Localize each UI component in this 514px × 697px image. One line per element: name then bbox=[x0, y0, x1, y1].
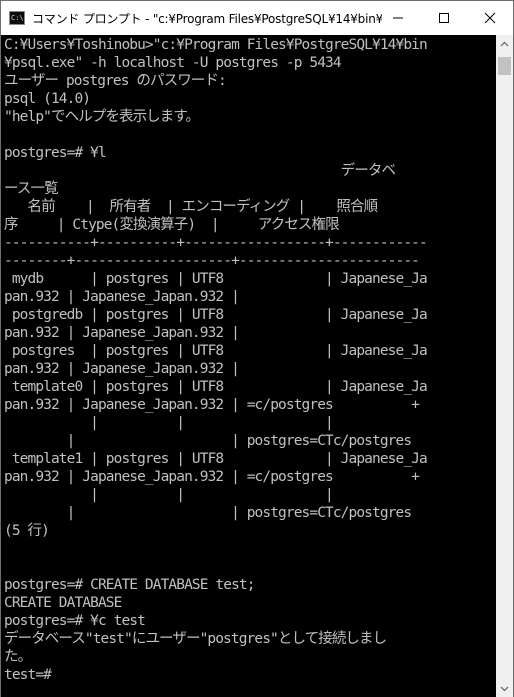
maximize-button[interactable] bbox=[421, 1, 467, 35]
console-line: ¥psql.exe" -h localhost -U postgres -p 5… bbox=[4, 55, 342, 71]
title-bar[interactable]: C:\ コマンド プロンプト - "c:¥Program Files¥Postg… bbox=[1, 1, 513, 35]
console-line: | | | bbox=[4, 415, 334, 431]
console-line: pan.932 | Japanese_Japan.932 | =c/postgr… bbox=[4, 397, 420, 413]
command-prompt-window: C:\ コマンド プロンプト - "c:¥Program Files¥Postg… bbox=[0, 0, 514, 697]
console-line: | | | bbox=[4, 487, 334, 503]
window-title: コマンド プロンプト - "c:¥Program Files¥PostgreSQ… bbox=[32, 12, 382, 26]
console-lines: C:¥Users¥Toshinobu>"c:¥Program Files¥Pos… bbox=[4, 36, 428, 684]
console-line: "help"でヘルプを表示します。 bbox=[4, 109, 200, 125]
console-line: postgres=# ¥c test bbox=[4, 613, 146, 629]
scrollbar-thumb[interactable] bbox=[498, 57, 511, 75]
scroll-up-arrow-icon bbox=[500, 41, 509, 46]
minimize-button[interactable] bbox=[375, 1, 421, 35]
console-line: --------+--------------------+----------… bbox=[4, 253, 420, 269]
console-line: pan.932 | Japanese_Japan.932 | bbox=[4, 361, 240, 377]
console-line: CREATE DATABASE bbox=[4, 595, 122, 611]
scroll-up-button[interactable] bbox=[496, 35, 513, 52]
console-line: C:¥Users¥Toshinobu>"c:¥Program Files¥Pos… bbox=[4, 37, 428, 53]
console-line: test=# bbox=[4, 667, 52, 683]
console-line: template1 | postgres | UTF8 | Japanese_J… bbox=[4, 451, 428, 467]
scroll-down-arrow-icon bbox=[500, 686, 509, 691]
console-line: データベ bbox=[4, 163, 396, 179]
console-line: pan.932 | Japanese_Japan.932 | =c/postgr… bbox=[4, 469, 420, 485]
console-app-icon[interactable]: C:\ bbox=[9, 11, 25, 25]
console-line: データベース"test"にユーザー"postgres"として接続しまし bbox=[4, 631, 387, 647]
console-line: | | postgres=CTc/postgres bbox=[4, 433, 412, 449]
console-line: ユーザー postgres のパスワード: bbox=[4, 73, 227, 89]
console-line: ース一覧 bbox=[4, 181, 59, 197]
console-line: postgres=# CREATE DATABASE test; bbox=[4, 577, 255, 593]
console-line: template0 | postgres | UTF8 | Japanese_J… bbox=[4, 379, 428, 395]
console-line: pan.932 | Japanese_Japan.932 | bbox=[4, 289, 240, 305]
console-line: pan.932 | Japanese_Japan.932 | bbox=[4, 325, 240, 341]
console-line: postgres | postgres | UTF8 | Japanese_Ja bbox=[4, 343, 428, 359]
close-button[interactable] bbox=[467, 1, 513, 35]
scroll-down-button[interactable] bbox=[496, 680, 513, 697]
console-line: 序 | Ctype(変換演算子) | アクセス権限 bbox=[4, 217, 340, 233]
console-line: (5 行) bbox=[4, 523, 50, 539]
console-line: mydb | postgres | UTF8 | Japanese_Ja bbox=[4, 271, 428, 287]
console-line: 名前 | 所有者 | エンコーディング | 照合順 bbox=[4, 199, 378, 215]
console-line: postgredb | postgres | UTF8 | Japanese_J… bbox=[4, 307, 428, 323]
console-line: postgres=# ¥l bbox=[4, 145, 107, 161]
maximize-icon bbox=[439, 13, 449, 23]
console-output[interactable]: C:¥Users¥Toshinobu>"c:¥Program Files¥Pos… bbox=[1, 35, 496, 697]
console-line: psql (14.0) bbox=[4, 91, 91, 107]
console-line: -----------+----------+-----------------… bbox=[4, 235, 428, 251]
console-line: た。 bbox=[4, 649, 32, 665]
close-icon bbox=[484, 12, 496, 24]
minimize-icon bbox=[393, 17, 403, 19]
vertical-scrollbar[interactable] bbox=[496, 35, 513, 697]
console-line: | | postgres=CTc/postgres bbox=[4, 505, 412, 521]
